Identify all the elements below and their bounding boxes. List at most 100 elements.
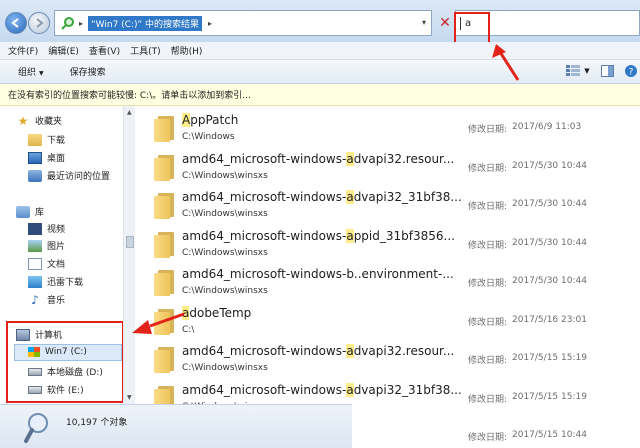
result-row[interactable]: AppPatch C:\Windows 修改日期: 2017/6/9 11:03 xyxy=(150,110,630,148)
result-path: C:\Windows xyxy=(182,132,235,142)
help-button[interactable]: ? xyxy=(622,62,640,80)
folder-icon xyxy=(154,308,176,335)
nav-recent-places[interactable]: 最近访问的位置 xyxy=(28,169,110,182)
breadcrumb-separator-icon: ▸ xyxy=(79,18,84,28)
nav-downloads-label: 下载 xyxy=(47,136,66,146)
preview-pane-button[interactable] xyxy=(598,62,616,80)
status-bar: 10,197 个对象 xyxy=(0,404,352,448)
result-name-match: a xyxy=(346,228,354,243)
result-name[interactable]: amd64_microsoft-windows-advapi32.resour.… xyxy=(182,344,454,358)
forward-button[interactable] xyxy=(28,12,50,34)
nav-desktop-label: 桌面 xyxy=(47,154,66,164)
result-name[interactable]: amd64_microsoft-windows-advapi32_31bf38.… xyxy=(182,190,462,204)
libraries-icon xyxy=(16,205,30,218)
result-name-pre: amd64_microsoft-windows- xyxy=(182,228,347,243)
nav-pictures-label: 图片 xyxy=(47,242,66,252)
result-row[interactable]: amd64_microsoft-windows-appid_31bf3856..… xyxy=(150,226,630,264)
nav-favorites-label: 收藏夹 xyxy=(35,117,63,127)
result-date-label: 修改日期: xyxy=(468,356,508,366)
nav-downloads[interactable]: 下载 xyxy=(28,133,65,146)
result-name-pre: amd64_microsoft-windows-b..environment-.… xyxy=(182,267,454,281)
result-row[interactable]: adobeTemp C:\ 修改日期: 2017/5/16 23:01 xyxy=(150,303,630,341)
nav-videos[interactable]: 视频 xyxy=(28,222,65,235)
result-name-pre: amd64_microsoft-windows- xyxy=(182,344,347,358)
documents-icon xyxy=(28,257,42,270)
folder-icon xyxy=(154,193,176,219)
forward-arrow-icon xyxy=(36,18,44,28)
result-name[interactable]: AppPatch xyxy=(182,113,238,127)
index-info-bar[interactable]: 在没有索引的位置搜索可能较慢: C:\。请单击以添加到索引... xyxy=(0,84,640,106)
result-date: 2017/5/30 10:44 xyxy=(512,276,587,286)
result-name-pre: amd64_microsoft-windows- xyxy=(182,382,347,397)
folder-icon xyxy=(154,270,176,296)
result-date: 2017/6/9 11:03 xyxy=(512,122,582,132)
result-row[interactable]: amd64_microsoft-windows-advapi32.resour.… xyxy=(150,149,630,187)
xunlei-icon xyxy=(28,275,42,288)
nav-documents[interactable]: 文档 xyxy=(28,257,65,270)
result-date: 2017/5/16 23:01 xyxy=(512,314,587,325)
breadcrumb-arrow-icon[interactable]: ▸ xyxy=(208,19,212,28)
result-date-label: 修改日期: xyxy=(468,394,508,405)
result-name-pre: amd64_microsoft-windows- xyxy=(182,151,347,166)
music-note-icon: ♪ xyxy=(31,292,39,307)
nav-scrollbar[interactable]: ▲ ▼ xyxy=(123,106,135,404)
clear-search-button[interactable]: ✕ xyxy=(437,13,453,33)
menu-file[interactable]: 文件(F) xyxy=(8,44,38,57)
downloads-folder-icon xyxy=(28,133,42,146)
nav-desktop[interactable]: 桌面 xyxy=(28,151,65,164)
desktop-icon xyxy=(28,151,42,164)
nav-videos-label: 视频 xyxy=(47,225,66,235)
nav-documents-label: 文档 xyxy=(47,260,66,270)
result-name-post: dvapi32.resour... xyxy=(353,344,455,358)
result-name[interactable]: amd64_microsoft-windows-advapi32.resour.… xyxy=(182,151,454,166)
search-magnifier-icon xyxy=(24,413,48,443)
result-date: 2017/5/15 15:19 xyxy=(512,353,587,363)
annotation-computer-highlight xyxy=(6,321,124,403)
search-results-list: AppPatch C:\Windows 修改日期: 2017/6/9 11:03 amd… xyxy=(136,106,640,448)
back-button[interactable] xyxy=(5,12,27,34)
video-icon xyxy=(28,222,42,235)
result-row[interactable]: amd64_microsoft-windows-advapi32_31bf38.… xyxy=(150,187,630,225)
result-date-label: 修改日期: xyxy=(468,202,508,212)
view-dropdown-icon[interactable]: ▼ xyxy=(582,62,592,80)
result-date: 2017/5/15 15:19 xyxy=(512,391,587,402)
command-bar: 组织 ▼ 保存搜索 ▼ ? xyxy=(0,60,640,84)
save-search-button[interactable]: 保存搜索 xyxy=(70,65,106,78)
result-date-label: 修改日期: xyxy=(468,433,508,443)
result-name[interactable]: amd64_microsoft-windows-b..environment-.… xyxy=(182,267,454,281)
menu-view[interactable]: 查看(V) xyxy=(89,44,120,57)
result-row[interactable]: amd64_microsoft-windows-b..environment-.… xyxy=(150,264,630,302)
organize-button[interactable]: 组织 ▼ xyxy=(18,65,44,78)
result-name[interactable]: adobeTemp xyxy=(182,305,251,320)
result-name[interactable]: amd64_microsoft-windows-appid_31bf3856..… xyxy=(182,228,455,243)
annotation-search-box-highlight xyxy=(454,12,490,44)
breadcrumb-search-results[interactable]: “Win7 (C:)” 中的搜索结果 xyxy=(88,15,203,31)
result-name-post: ppid_31bf3856... xyxy=(353,228,455,243)
address-dropdown-icon[interactable]: ▾ xyxy=(422,18,426,27)
result-name-match: a xyxy=(346,344,354,358)
address-field[interactable]: ▸ “Win7 (C:)” 中的搜索结果 ▸ ▾ xyxy=(54,10,432,36)
nav-xunlei-downloads[interactable]: 迅雷下载 xyxy=(28,275,83,288)
scroll-thumb[interactable] xyxy=(126,236,134,248)
nav-music[interactable]: ♪ 音乐 xyxy=(28,292,65,307)
result-row[interactable]: amd64_microsoft-windows-advapi32.resour.… xyxy=(150,341,630,379)
change-view-button[interactable] xyxy=(564,62,582,80)
menu-edit[interactable]: 编辑(E) xyxy=(48,44,79,57)
view-grid-icon xyxy=(566,65,580,76)
result-name-match: a xyxy=(346,190,354,204)
svg-text:?: ? xyxy=(629,68,634,78)
result-path: C:\Windows\winsxs xyxy=(182,170,268,181)
nav-recent-label: 最近访问的位置 xyxy=(47,172,111,182)
scroll-up-icon[interactable]: ▲ xyxy=(127,109,132,116)
scroll-down-icon[interactable]: ▼ xyxy=(127,394,132,401)
object-count: 10,197 个对象 xyxy=(66,418,128,428)
menu-tools[interactable]: 工具(T) xyxy=(130,44,161,57)
result-path: C:\Windows\winsxs xyxy=(182,286,268,296)
menu-help[interactable]: 帮助(H) xyxy=(171,44,203,57)
nav-libraries-label: 库 xyxy=(35,208,45,218)
preview-pane-icon xyxy=(600,65,614,77)
nav-favorites[interactable]: ★ 收藏夹 xyxy=(16,114,63,128)
result-name[interactable]: amd64_microsoft-windows-advapi32_31bf38.… xyxy=(182,382,462,397)
nav-libraries[interactable]: 库 xyxy=(16,205,44,218)
nav-pictures[interactable]: 图片 xyxy=(28,239,65,252)
